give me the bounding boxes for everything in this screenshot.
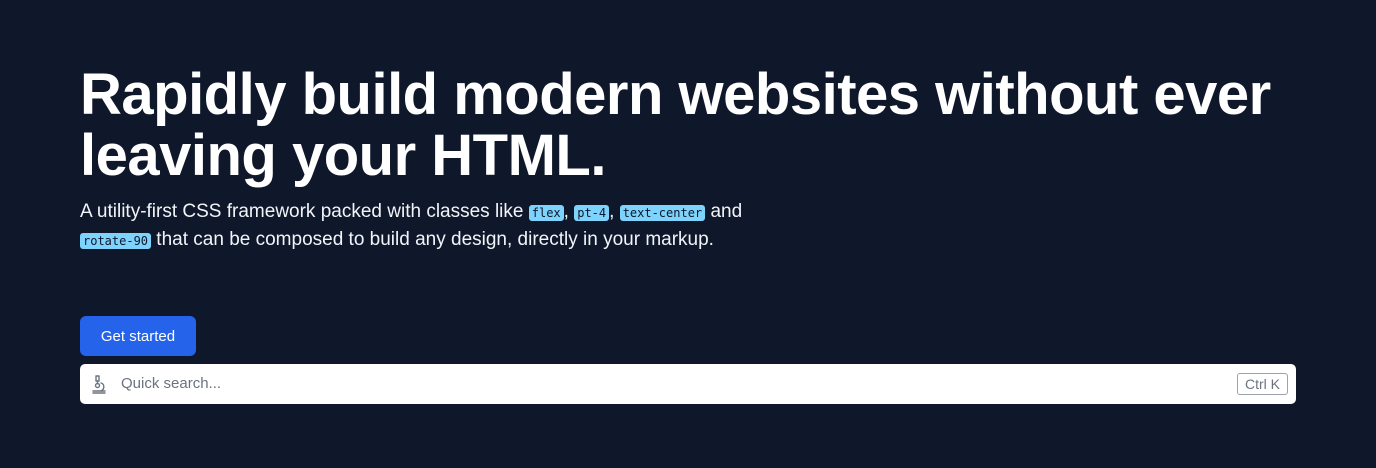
code-chip-flex: flex: [528, 205, 564, 221]
code-chip-rotate-90: rotate-90: [80, 233, 152, 249]
lead-separator: ,: [563, 201, 575, 222]
lead-text-1: A utility-first CSS framework packed wit…: [80, 201, 529, 222]
code-chip-pt-4: pt-4: [574, 205, 610, 221]
get-started-button[interactable]: Get started: [80, 316, 196, 356]
hero-lead: A utility-first CSS framework packed wit…: [80, 198, 750, 254]
keyboard-shortcut-hint: Ctrl K: [1237, 373, 1288, 395]
microscope-icon: [92, 375, 106, 394]
hero-headline: Rapidly build modern websites without ev…: [80, 62, 1271, 188]
lead-text-3: that can be composed to build any design…: [151, 229, 714, 250]
lead-separator: ,: [609, 201, 620, 222]
lead-text-2: and: [705, 201, 743, 222]
hero-section: Rapidly build modern websites without ev…: [80, 64, 1296, 254]
code-chip-text-center: text-center: [619, 205, 706, 221]
search-placeholder: Quick search...: [121, 375, 222, 392]
quick-search-bar[interactable]: Quick search... Ctrl K: [80, 364, 1296, 404]
